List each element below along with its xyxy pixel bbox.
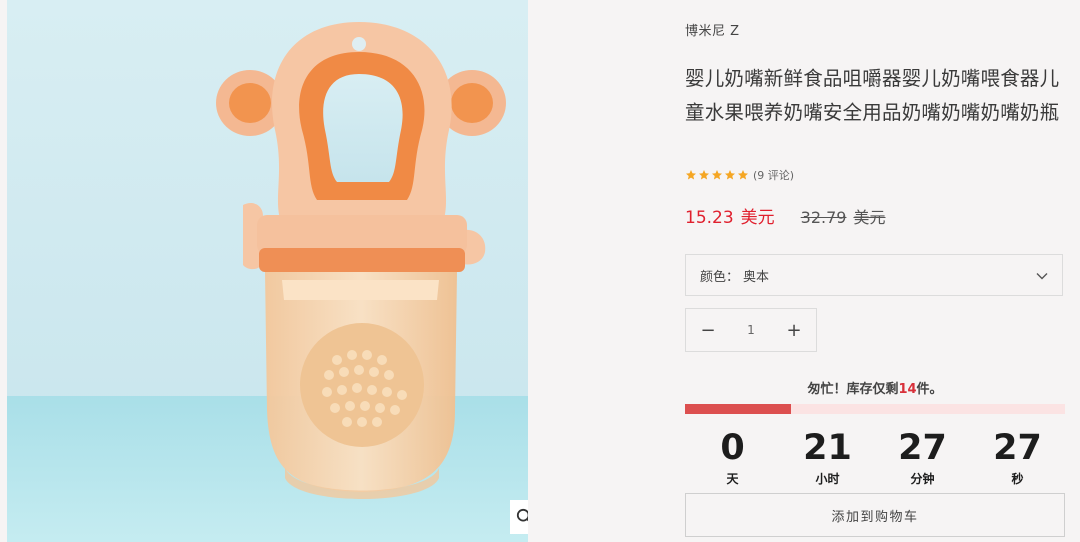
zoom-button[interactable]: [510, 500, 528, 534]
sale-price: 15.23 美元: [685, 203, 775, 228]
magnifier-icon: [516, 508, 528, 522]
reviews-count[interactable]: (9 评论): [753, 167, 794, 183]
star-icon: [712, 170, 722, 180]
original-price: 32.79 美元: [801, 204, 886, 228]
original-price-currency: 美元: [853, 208, 886, 227]
product-page: 博米尼 Z 婴儿奶嘴新鲜食品咀嚼器婴儿奶嘴喂食器儿童水果喂养奶嘴安全用品奶嘴奶嘴…: [0, 0, 1080, 542]
color-select-value: 奥本: [743, 269, 770, 285]
countdown-label: 秒: [1011, 472, 1024, 486]
countdown-value: 27: [993, 428, 1042, 468]
countdown-label: 分钟: [910, 472, 935, 486]
rating-stars: [685, 169, 749, 181]
original-price-value: 32.79: [800, 208, 847, 227]
add-to-cart-button[interactable]: 添加到购物车: [685, 493, 1065, 537]
stock-progress-fill: [685, 404, 792, 414]
countdown-value: 27: [898, 428, 947, 468]
stock-message: 匆忙！库存仅剩14件。: [685, 378, 1065, 397]
sale-price-value: 15.23: [685, 208, 734, 228]
product-image[interactable]: [7, 0, 528, 542]
countdown-timer: 0 天 21 小时 27 分钟 27 秒: [685, 428, 1065, 487]
sale-price-currency: 美元: [740, 208, 775, 228]
price-row: 15.23 美元 32.79 美元: [685, 203, 886, 228]
star-icon: [699, 170, 709, 180]
countdown-unit: 21 小时: [780, 428, 875, 487]
countdown-unit: 0天: [685, 428, 780, 487]
star-icon: [738, 170, 748, 180]
countdown-unit: 27 秒: [970, 428, 1065, 487]
star-icon: [725, 170, 735, 180]
stock-suffix: 件。: [916, 382, 943, 397]
brand-name[interactable]: 博米尼 Z: [685, 20, 740, 39]
countdown-value: 21: [803, 428, 852, 468]
quantity-decrease-button[interactable]: −: [686, 309, 730, 351]
quantity-increase-button[interactable]: +: [772, 309, 816, 351]
stock-count: 14: [898, 382, 917, 397]
product-gallery: [7, 0, 528, 542]
quantity-input[interactable]: 1: [730, 323, 772, 337]
color-select-label: 颜色：: [700, 269, 740, 285]
star-icon: [686, 170, 696, 180]
countdown-label: 小时: [815, 472, 840, 486]
countdown-label: 天: [726, 472, 739, 486]
countdown-value: 0: [720, 428, 745, 468]
quantity-stepper[interactable]: − 1 +: [685, 308, 817, 352]
color-select[interactable]: 颜色： 奥本: [685, 254, 1063, 296]
countdown-unit: 27 分钟: [875, 428, 970, 487]
product-title: 婴儿奶嘴新鲜食品咀嚼器婴儿奶嘴喂食器儿童水果喂养奶嘴安全用品奶嘴奶嘴奶嘴奶瓶: [685, 67, 1060, 124]
rating-row[interactable]: (9 评论): [685, 167, 794, 183]
stock-prefix: 匆忙！库存仅剩: [807, 382, 899, 397]
stock-progress-bar: [685, 404, 1065, 414]
chevron-down-icon: [1036, 273, 1048, 280]
